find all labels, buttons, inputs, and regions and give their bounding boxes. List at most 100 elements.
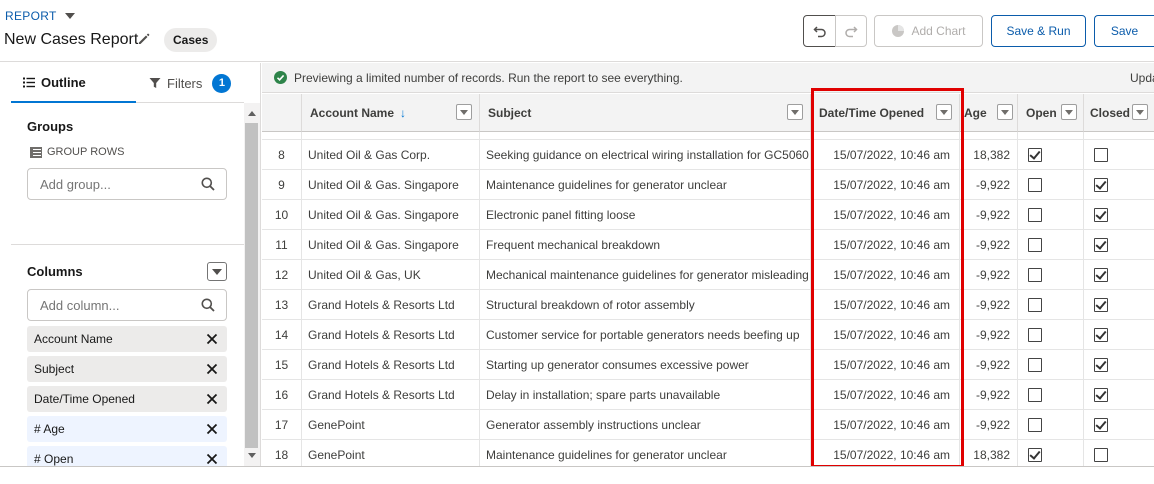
- column-item-age[interactable]: # Age: [27, 416, 227, 442]
- row-number-cell: 17: [262, 410, 302, 440]
- add-column-input[interactable]: [27, 289, 227, 321]
- date-time-opened-cell: 15/07/2022, 10:46 am: [811, 140, 960, 170]
- account-name-cell: United Oil & Gas. Singapore: [302, 170, 480, 200]
- column-menu-icon[interactable]: [997, 104, 1013, 120]
- closed-checkbox: [1094, 238, 1108, 252]
- header-closed[interactable]: Closed: [1084, 94, 1154, 132]
- column-item-label: # Age: [34, 422, 65, 436]
- subject-cell: Seeking guidance on electrical wiring in…: [480, 140, 811, 170]
- closed-cell: [1084, 350, 1154, 380]
- update-preview-text[interactable]: Upda: [1130, 71, 1154, 85]
- closed-checkbox: [1094, 328, 1108, 342]
- list-icon: [23, 77, 35, 87]
- column-menu-icon[interactable]: [1132, 104, 1148, 120]
- add-group-input[interactable]: [27, 168, 227, 200]
- open-checkbox: [1028, 208, 1042, 222]
- chevron-down-icon: [212, 268, 222, 275]
- sort-arrow-icon[interactable]: ↓: [400, 106, 406, 120]
- subject-cell: Delay in installation; spare parts unava…: [480, 380, 811, 410]
- age-cell: -9,922: [960, 260, 1018, 290]
- column-item-label: Date/Time Opened: [34, 392, 135, 406]
- row-number-cell: 12: [262, 260, 302, 290]
- table-row: 13 Grand Hotels & Resorts Ltd Structural b…: [262, 290, 1154, 320]
- add-chart-button[interactable]: Add Chart: [874, 15, 983, 47]
- header-subject[interactable]: Subject: [480, 94, 811, 132]
- panel-scrollbar[interactable]: [244, 103, 260, 466]
- column-item-account-name[interactable]: Account Name: [27, 326, 227, 352]
- subject-cell: Generator assembly instructions unclear: [480, 410, 811, 440]
- column-item-subject[interactable]: Subject: [27, 356, 227, 382]
- subject-cell: Electronic panel fitting loose: [480, 200, 811, 230]
- header-age[interactable]: Age: [960, 94, 1018, 132]
- closed-cell: [1084, 440, 1154, 466]
- outline-panel: Outline Filters 1 Groups GROUP ROWS Colu…: [0, 63, 261, 466]
- age-cell: -9,922: [960, 230, 1018, 260]
- subject-cell: Structural breakdown of rotor assembly: [480, 290, 811, 320]
- close-icon[interactable]: [206, 393, 218, 405]
- closed-cell: [1084, 290, 1154, 320]
- open-checkbox: [1028, 418, 1042, 432]
- column-item-date-time-opened[interactable]: Date/Time Opened: [27, 386, 227, 412]
- save-button[interactable]: Save: [1094, 15, 1154, 47]
- account-name-cell: United Oil & Gas. Singapore: [302, 200, 480, 230]
- header-open[interactable]: Open: [1018, 94, 1084, 132]
- close-icon[interactable]: [206, 423, 218, 435]
- redo-button[interactable]: [835, 15, 867, 47]
- account-name-cell: United Oil & Gas, UK: [302, 260, 480, 290]
- row-number-cell: 8: [262, 140, 302, 170]
- closed-checkbox: [1094, 388, 1108, 402]
- column-menu-icon[interactable]: [787, 104, 803, 120]
- close-icon[interactable]: [206, 333, 218, 345]
- age-cell: -9,922: [960, 380, 1018, 410]
- header-date-time-opened[interactable]: Date/Time Opened: [811, 94, 960, 132]
- header-row-number: [262, 94, 302, 132]
- account-name-cell: GenePoint: [302, 410, 480, 440]
- column-item-open[interactable]: # Open: [27, 446, 227, 466]
- open-checkbox: [1028, 298, 1042, 312]
- date-time-opened-cell: 15/07/2022, 10:46 am: [811, 320, 960, 350]
- tab-outline-label: Outline: [41, 74, 86, 90]
- header-account-name[interactable]: Account Name ↓: [302, 94, 480, 132]
- open-cell: [1018, 200, 1084, 230]
- column-menu-icon[interactable]: [1061, 104, 1077, 120]
- row-number-cell: 9: [262, 170, 302, 200]
- pencil-icon[interactable]: [137, 32, 151, 46]
- group-rows-icon: [30, 146, 42, 158]
- close-icon[interactable]: [206, 453, 218, 465]
- preview-info-bar: Previewing a limited number of records. …: [262, 63, 1154, 93]
- scroll-down-icon[interactable]: [248, 453, 256, 458]
- scrollbar-thumb[interactable]: [245, 123, 258, 448]
- success-check-icon: [274, 71, 287, 84]
- close-icon[interactable]: [206, 363, 218, 375]
- header-age-label: Age: [964, 105, 987, 120]
- subject-cell: Starting up generator consumes excessive…: [480, 350, 811, 380]
- filter-icon: [149, 78, 161, 88]
- add-chart-label: Add Chart: [911, 24, 966, 38]
- open-checkbox: [1028, 148, 1042, 162]
- closed-cell: [1084, 230, 1154, 260]
- save-run-button[interactable]: Save & Run: [991, 15, 1086, 47]
- preview-message: Previewing a limited number of records. …: [294, 70, 683, 85]
- columns-menu-button[interactable]: [207, 262, 227, 281]
- column-item-label: Account Name: [34, 332, 113, 346]
- column-menu-icon[interactable]: [936, 104, 952, 120]
- open-checkbox: [1028, 268, 1042, 282]
- scroll-up-icon[interactable]: [248, 111, 256, 116]
- open-cell: [1018, 290, 1084, 320]
- column-menu-icon[interactable]: [456, 104, 472, 120]
- open-cell: [1018, 230, 1084, 260]
- subject-cell: Frequent mechanical breakdown: [480, 230, 811, 260]
- tab-filters[interactable]: Filters 1: [147, 63, 244, 103]
- account-name-cell: United Oil & Gas. Singapore: [302, 230, 480, 260]
- table-row: 12 United Oil & Gas, UK Mechanical mainten…: [262, 260, 1154, 290]
- report-type-menu[interactable]: REPORT: [5, 9, 75, 23]
- redo-icon: [845, 26, 858, 38]
- date-time-opened-cell: 15/07/2022, 10:46 am: [811, 290, 960, 320]
- search-icon: [201, 177, 215, 191]
- closed-checkbox: [1094, 418, 1108, 432]
- row-number-cell: 16: [262, 380, 302, 410]
- undo-button[interactable]: [803, 15, 836, 47]
- closed-cell: [1084, 380, 1154, 410]
- tab-outline[interactable]: Outline: [11, 63, 136, 103]
- panel-tabs: Outline Filters 1: [11, 63, 244, 103]
